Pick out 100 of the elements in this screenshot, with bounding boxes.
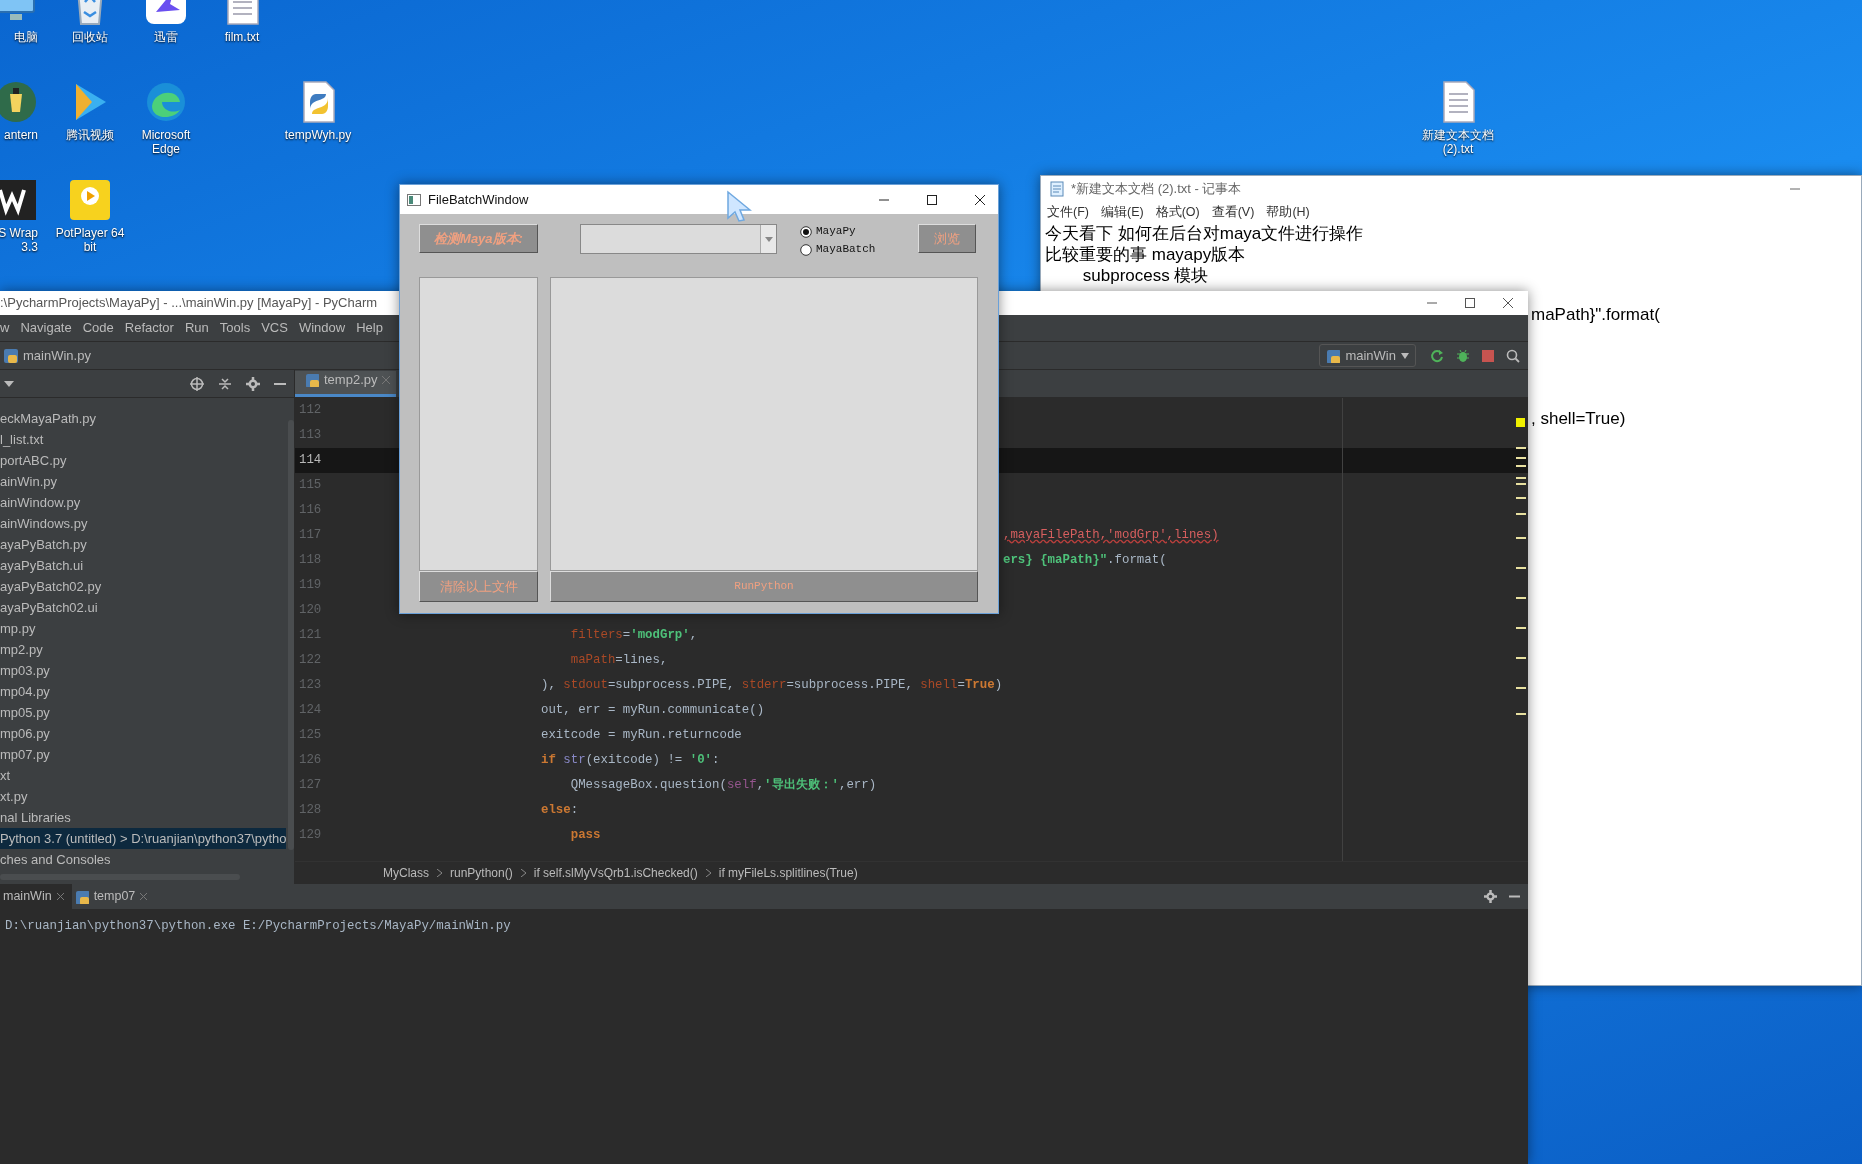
python-icon — [74, 889, 89, 904]
close-icon[interactable] — [1502, 297, 1514, 309]
line-number: 122 — [298, 652, 323, 670]
text-line: 今天看下 如何在后台对maya文件进行操作 — [1044, 223, 1365, 244]
app-icon[interactable] — [0, 178, 38, 222]
line-number: 120 — [298, 602, 323, 620]
menu-item[interactable]: 编辑(E) — [1100, 203, 1144, 222]
line-number: 117 — [298, 527, 323, 545]
menu-item[interactable]: 格式(O) — [1155, 203, 1200, 222]
stop-icon[interactable] — [1482, 349, 1494, 362]
desktop-icon-label[interactable]: PotPlayer 64 bit — [52, 226, 128, 254]
tree-item[interactable]: mp07.py — [0, 744, 286, 765]
settings-icon[interactable] — [1484, 890, 1497, 903]
desktop-icon-label[interactable]: 回收站 — [72, 30, 108, 44]
tree-item[interactable]: eckMayaPath.py — [0, 408, 286, 429]
line-number: 121 — [298, 627, 323, 645]
player-icon[interactable] — [68, 178, 112, 222]
menu-item[interactable]: Navigate — [20, 318, 72, 338]
desktop-icon-label[interactable]: antern — [3, 128, 38, 142]
notepad-icon — [1049, 181, 1065, 197]
code-line: out, err = myRun.communicate() — [540, 702, 765, 720]
tree-item[interactable]: ainWindows.py — [0, 513, 286, 534]
tree-item[interactable]: mp06.py — [0, 723, 286, 744]
maximize-icon[interactable] — [926, 193, 938, 206]
lantern-icon[interactable] — [0, 80, 38, 124]
desktop-icon-label[interactable]: 新建文本文档 (2).txt — [1420, 128, 1496, 156]
tree-item[interactable]: portABC.py — [0, 450, 286, 471]
tree-item[interactable]: mp.py — [0, 618, 286, 639]
collapse-icon[interactable] — [218, 376, 232, 391]
tree-item[interactable]: ayaPyBatch02.ui — [0, 597, 286, 618]
tree-item[interactable]: ayaPyBatch.ui — [0, 555, 286, 576]
line-number: 118 — [298, 552, 323, 570]
desktop-icon-label[interactable]: 电脑 — [14, 30, 38, 44]
tree-item[interactable]: mp04.py — [0, 681, 286, 702]
breadcrumb-item[interactable]: if myFileLs.splitlines(True) — [718, 864, 858, 882]
tree-item[interactable]: xt.py — [0, 786, 286, 807]
line-number: 114 — [298, 452, 323, 470]
menu-item[interactable]: w — [0, 318, 10, 338]
tree-item[interactable]: xt — [0, 765, 286, 786]
tree-item[interactable]: mp03.py — [0, 660, 286, 681]
radio-label[interactable]: MayaPy — [816, 223, 856, 240]
search-icon[interactable] — [1506, 348, 1520, 363]
scrollbar-thumb[interactable] — [288, 420, 294, 850]
radio-button[interactable] — [800, 243, 812, 256]
tree-item[interactable]: nal Libraries — [0, 807, 286, 828]
breadcrumb-item[interactable]: if self.slMyVsQrb1.isChecked() — [533, 864, 698, 882]
line-number: 128 — [298, 802, 323, 820]
text-line: subprocess 模块 — [1081, 265, 1210, 286]
tree-item[interactable]: ayaPyBatch.py — [0, 534, 286, 555]
menu-item[interactable]: Code — [82, 318, 114, 338]
menu-item[interactable]: VCS — [261, 318, 288, 338]
run-tab[interactable]: mainWin — [0, 884, 72, 909]
menu-item[interactable]: Tools — [219, 318, 251, 338]
close-icon[interactable] — [974, 193, 986, 206]
breadcrumb-item[interactable]: MyClass — [383, 864, 429, 882]
version-dropdown[interactable] — [580, 224, 777, 254]
tree-item[interactable]: ainWin.py — [0, 471, 286, 492]
python-file-icon — [3, 347, 19, 364]
console-output: D:\ruanjian\python37\python.exe E:/PycharmProjects/MayaPy/mainWin.py — [5, 918, 512, 935]
breadcrumb-item[interactable]: mainWin.py — [23, 345, 91, 366]
editor-tab[interactable]: temp2.py — [295, 371, 397, 397]
tree-item[interactable]: mp2.py — [0, 639, 286, 660]
line-number: 123 — [298, 677, 323, 695]
radio-button[interactable] — [800, 225, 812, 238]
rerun-icon[interactable] — [1430, 348, 1444, 363]
menu-item[interactable]: Help — [356, 318, 383, 338]
desktop-icon-label[interactable]: 腾讯视频 — [66, 128, 114, 142]
run-configuration-dropdown[interactable]: mainWin — [1319, 343, 1416, 368]
crosshair-icon[interactable] — [190, 376, 204, 391]
menu-item[interactable]: Window — [298, 318, 346, 338]
python-file-icon — [305, 373, 319, 387]
menu-item[interactable]: 查看(V) — [1211, 203, 1255, 222]
desktop-icon-label[interactable]: film.txt — [224, 30, 260, 44]
code-line: ,mayaFilePath,'modGrp',lines) — [1002, 527, 1219, 545]
radio-label[interactable]: MayaBatch — [816, 241, 876, 258]
line-number: 112 — [298, 402, 323, 420]
menu-item[interactable]: 帮助(H) — [1266, 203, 1310, 222]
settings-icon[interactable] — [246, 376, 260, 391]
menu-item[interactable]: 文件(F) — [1047, 203, 1089, 222]
desktop-icon-label[interactable]: Microsoft Edge — [128, 128, 204, 156]
tree-item[interactable]: ainWindow.py — [0, 492, 286, 513]
browser-icon[interactable] — [144, 80, 188, 124]
desktop-icon-label[interactable]: tempWyh.py — [284, 128, 352, 142]
tree-item[interactable]: ches and Consoles — [0, 849, 286, 870]
tree-item[interactable]: ayaPyBatch02.py — [0, 576, 286, 597]
desktop-icon-label[interactable]: 迅雷 — [154, 30, 178, 44]
chevron-icon — [520, 869, 526, 877]
menu-item[interactable]: Run — [184, 318, 209, 338]
tree-item[interactable]: Python 3.7 (untitled) > D:\ruanjian\python37\pytho — [0, 828, 286, 849]
caret-icon — [1401, 352, 1409, 359]
tree-item[interactable]: mp05.py — [0, 702, 286, 723]
bug-icon[interactable] — [1456, 348, 1470, 363]
caret-icon[interactable] — [4, 380, 14, 387]
breadcrumb-item[interactable]: runPython() — [450, 864, 513, 882]
tree-item[interactable]: l_list.txt — [0, 429, 286, 450]
line-number: 129 — [298, 827, 323, 845]
menu-item[interactable]: Refactor — [124, 318, 174, 338]
run-tab[interactable]: temp07 — [71, 884, 156, 909]
line-number: 127 — [298, 777, 323, 795]
maximize-icon[interactable] — [1464, 297, 1476, 309]
